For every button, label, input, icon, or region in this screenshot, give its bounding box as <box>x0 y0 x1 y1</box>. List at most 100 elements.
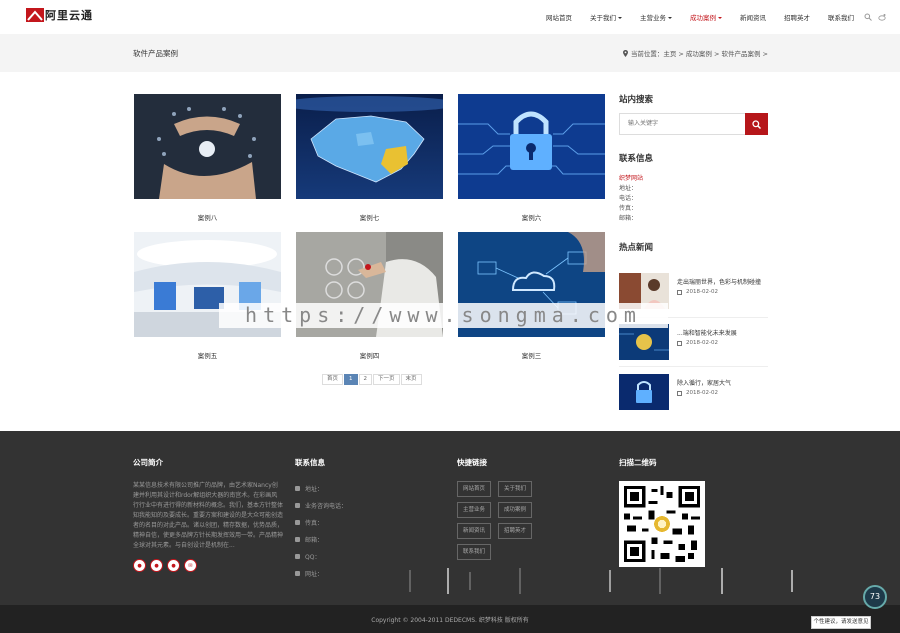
case-caption[interactable]: 案例三 <box>458 350 605 360</box>
globe-icon <box>295 570 300 576</box>
footer-about-text: 某某信息技术有限公司推广的品牌，由艺术家Nancy创建并利用其设计和rdor解组… <box>133 482 284 549</box>
page-first[interactable]: 首页 <box>322 374 344 385</box>
contact-company[interactable]: 织梦网站 <box>619 174 768 184</box>
fax-icon <box>295 519 300 525</box>
footer-about: 公司简介 某某信息技术有限公司推广的品牌，由艺术家Nancy创建并利用其设计和r… <box>133 457 283 572</box>
footer-contact-row: 传真： <box>295 515 347 529</box>
case-caption[interactable]: 案例八 <box>134 212 281 222</box>
page-title: 软件产品案例 <box>133 49 178 58</box>
case-card[interactable]: 案例四 <box>296 232 443 360</box>
watermark: https://www.songma.com <box>219 303 668 328</box>
sidebar-news-title: 热点新闻 <box>619 243 654 253</box>
footer-links-title: 快捷链接 <box>457 458 487 467</box>
news-date: 2018-02-02 <box>677 340 718 346</box>
qq-icon[interactable]: ● <box>167 559 180 572</box>
case-card[interactable]: 案例五 <box>134 232 281 360</box>
case-image-business-hands[interactable] <box>134 94 281 199</box>
news-item[interactable]: 除入循行，家居大气 2018-02-02 <box>619 374 768 414</box>
case-caption[interactable]: 案例五 <box>134 350 281 360</box>
divider <box>619 366 768 367</box>
quick-link-contact[interactable]: 联系我们 <box>457 544 491 560</box>
news-title[interactable]: 除入循行，家居大气 <box>677 378 731 387</box>
quick-link-home[interactable]: 网站首页 <box>457 481 491 497</box>
caret-down-icon <box>718 17 722 19</box>
news-title[interactable]: 走出瑞丽世界，色彩与机制碰撞 <box>677 277 761 286</box>
copyright-bar: Copyright © 2004-2011 DEDECMS. 织梦科技 版权所有 <box>0 605 900 633</box>
page-2[interactable]: 2 <box>358 374 373 385</box>
quick-link-cases[interactable]: 成功案例 <box>498 502 532 518</box>
footer-contact-title: 联系信息 <box>295 458 325 467</box>
nav-label: 联系我们 <box>828 14 854 22</box>
contact-label: 邮箱： <box>305 536 324 544</box>
contact-label: 业务咨询电话： <box>305 502 348 510</box>
news-thumbnail[interactable] <box>619 374 669 410</box>
mail-icon[interactable]: ✉ <box>184 559 197 572</box>
search-icon[interactable] <box>864 13 872 21</box>
quick-link-jobs[interactable]: 招聘英才 <box>498 523 532 539</box>
weibo-icon[interactable]: ● <box>133 559 146 572</box>
footer-contact-row: 地址： <box>295 481 347 495</box>
case-caption[interactable]: 案例七 <box>296 212 443 222</box>
breadcrumb-text[interactable]: 当前位置：主页 > 成功案例 > 软件产品案例 > <box>631 48 768 58</box>
site-logo[interactable]: 阿里云通 <box>26 7 93 23</box>
case-card[interactable]: 案例三 <box>458 232 605 360</box>
news-item[interactable]: ...端和智能化未来发展 2018-02-02 <box>619 324 768 364</box>
qr-code <box>619 481 705 567</box>
mail-icon <box>295 536 300 542</box>
quick-link-business[interactable]: 主营业务 <box>457 502 491 518</box>
quick-link-about[interactable]: 关于我们 <box>498 481 532 497</box>
nav-label: 网站首页 <box>546 14 572 22</box>
sidebar-contact-info: 织梦网站 地址： 电话： 传真： 邮箱： <box>619 174 768 224</box>
pagination: 首页 1 2 下一页 末页 <box>322 374 423 385</box>
location-pin-icon <box>622 49 628 57</box>
news-title[interactable]: ...端和智能化未来发展 <box>677 328 737 337</box>
search-input[interactable] <box>619 113 745 135</box>
news-date: 2018-02-02 <box>677 289 718 295</box>
social-links: ● ● ● ✉ <box>133 559 283 572</box>
qq-icon <box>295 553 300 559</box>
footer-contact-row: 邮箱： <box>295 532 347 546</box>
news-thumbnail[interactable] <box>619 324 669 360</box>
case-image-china-map[interactable] <box>296 94 443 199</box>
sidebar-search-title: 站内搜索 <box>619 95 654 105</box>
footer-contact-row: QQ： <box>295 549 347 563</box>
page-1[interactable]: 1 <box>344 374 358 385</box>
quick-link-news[interactable]: 新闻资讯 <box>457 523 491 539</box>
news-date: 2018-02-02 <box>677 390 718 396</box>
news-date-text: 2018-02-02 <box>686 340 718 346</box>
case-card[interactable]: 案例八 <box>134 94 281 222</box>
search-form <box>619 113 768 135</box>
weibo-icon[interactable] <box>878 13 886 21</box>
case-caption[interactable]: 案例六 <box>458 212 605 222</box>
floating-speed-badge[interactable]: 73 <box>863 585 887 609</box>
footer-contact-row: 业务咨询电话： <box>295 498 347 512</box>
breadcrumb: 当前位置：主页 > 成功案例 > 软件产品案例 > <box>622 48 768 58</box>
calendar-icon <box>677 340 682 346</box>
case-card[interactable]: 案例七 <box>296 94 443 222</box>
decorative-streaks <box>409 568 793 594</box>
nav-item-news[interactable]: 新闻资讯 <box>740 12 766 22</box>
contact-email: 邮箱： <box>619 215 638 222</box>
case-caption[interactable]: 案例四 <box>296 350 443 360</box>
contact-label: QQ： <box>305 553 321 561</box>
nav-item-jobs[interactable]: 招聘英才 <box>784 12 810 22</box>
nav-item-cases[interactable]: 成功案例 <box>690 12 722 22</box>
caret-down-icon <box>668 17 672 19</box>
page-next[interactable]: 下一页 <box>373 374 400 385</box>
calendar-icon <box>677 390 682 396</box>
nav-label: 新闻资讯 <box>740 14 766 22</box>
phone-icon <box>295 502 300 508</box>
search-button[interactable] <box>745 113 768 135</box>
page-last[interactable]: 末页 <box>400 374 422 385</box>
feedback-tip[interactable]: 个性建议，请发送意见 <box>811 616 871 629</box>
sidebar-contact-title: 联系信息 <box>619 154 654 164</box>
nav-item-business[interactable]: 主营业务 <box>640 12 672 22</box>
calendar-icon <box>677 289 682 295</box>
case-image-circuit-lock[interactable] <box>458 94 605 199</box>
nav-item-about[interactable]: 关于我们 <box>590 12 622 22</box>
logo-mark-icon <box>26 8 44 22</box>
wechat-icon[interactable]: ● <box>150 559 163 572</box>
nav-item-home[interactable]: 网站首页 <box>546 12 572 22</box>
nav-item-contact[interactable]: 联系我们 <box>828 12 854 22</box>
case-card[interactable]: 案例六 <box>458 94 605 222</box>
